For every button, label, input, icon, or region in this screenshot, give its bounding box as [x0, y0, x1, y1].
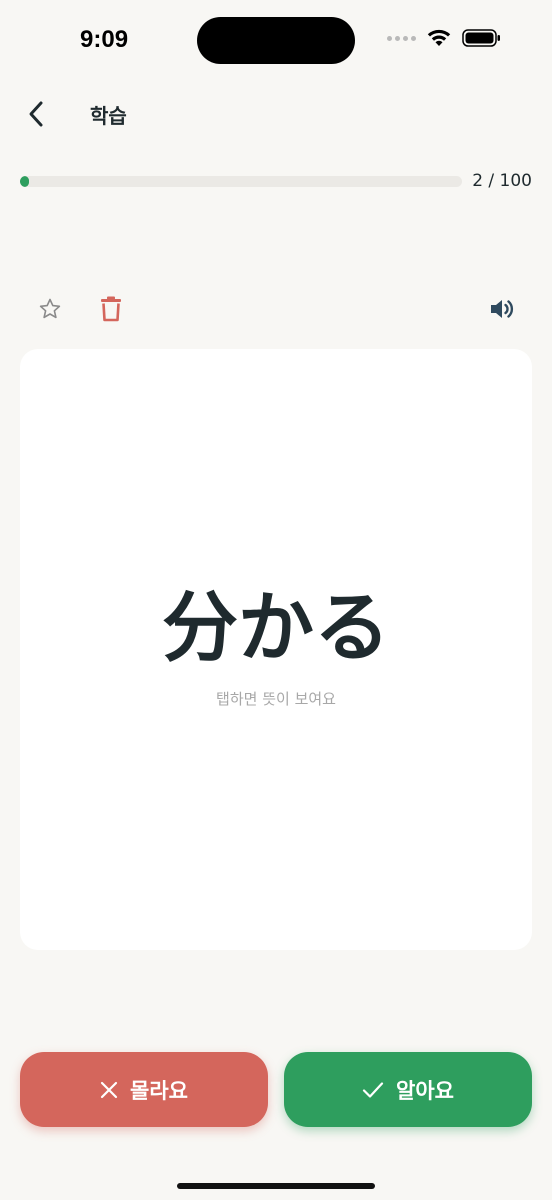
progress-count: 2 / 100 — [472, 171, 532, 191]
dont-know-label: 몰라요 — [130, 1078, 188, 1103]
cellular-signal-icon — [387, 35, 416, 41]
close-icon — [100, 1081, 118, 1098]
chevron-left-icon — [29, 101, 43, 127]
status-indicators — [387, 28, 502, 48]
star-outline-icon — [39, 298, 61, 319]
status-time: 9:09 — [80, 26, 129, 53]
status-bar: 9:09 — [0, 0, 552, 80]
card-word: 分かる — [162, 583, 390, 672]
back-button[interactable] — [18, 92, 54, 136]
sound-button[interactable] — [482, 289, 522, 329]
battery-icon — [462, 29, 500, 47]
wifi-icon — [427, 29, 451, 46]
speaker-icon — [491, 300, 514, 318]
star-button[interactable] — [30, 289, 70, 329]
check-icon — [362, 1081, 384, 1098]
delete-button[interactable] — [91, 289, 131, 329]
header: 학습 — [0, 88, 552, 138]
progress-fill — [20, 176, 29, 187]
progress-bar — [20, 176, 462, 187]
dont-know-button[interactable]: 몰라요 — [20, 1052, 268, 1127]
home-indicator — [177, 1183, 375, 1189]
know-button[interactable]: 알아요 — [284, 1052, 532, 1127]
dynamic-island — [197, 17, 355, 64]
know-label: 알아요 — [396, 1078, 454, 1103]
page-title: 학습 — [90, 104, 127, 128]
card-hint: 탭하면 뜻이 보여요 — [216, 690, 336, 708]
trash-icon — [101, 296, 121, 322]
